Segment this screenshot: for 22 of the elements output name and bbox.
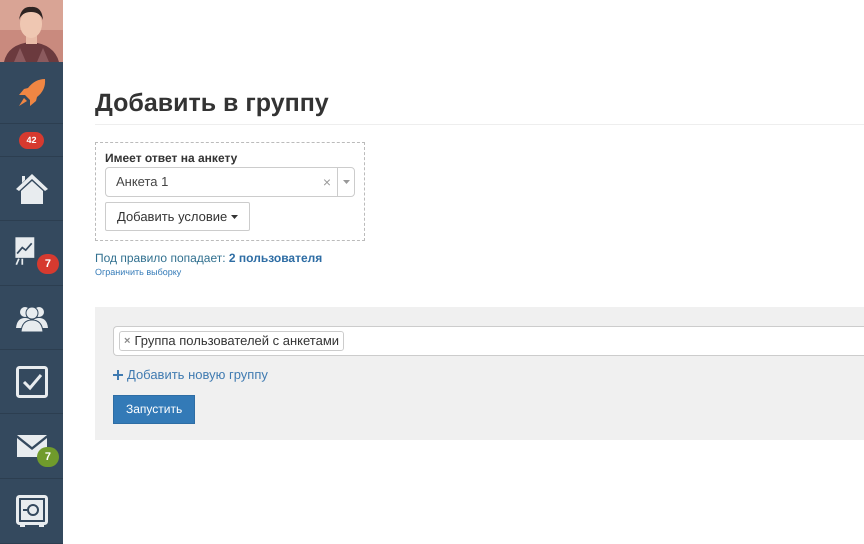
caret-icon[interactable] (342, 180, 350, 184)
count-badge: 7 (36, 254, 59, 274)
home-icon[interactable] (14, 172, 48, 204)
match-summary: Под правило попадает: 2 пользователя (95, 251, 324, 266)
safe-icon[interactable] (16, 495, 48, 527)
run-button[interactable]: Запустить (113, 394, 196, 424)
checkbox-icon[interactable] (16, 366, 48, 398)
limit-link[interactable]: Ограничить выборку (95, 266, 182, 278)
select-value: Анкета 1 (115, 173, 170, 192)
condition-label: Имеет ответ на анкету (105, 151, 238, 166)
add-group-link[interactable]: Добавить новую группу (113, 365, 268, 384)
plus-icon (113, 370, 123, 380)
clear-button[interactable]: × (322, 172, 337, 192)
caret-icon (231, 214, 238, 218)
page-title: Добавить в группу (95, 88, 864, 125)
tag-label: Группа пользователей с анкетами (134, 332, 340, 350)
select-field[interactable]: Анкета 1 × (105, 167, 355, 197)
remove-tag-button[interactable]: × (124, 332, 130, 350)
add-condition-button[interactable]: Добавить условие (105, 202, 250, 231)
count-badge: 7 (36, 447, 59, 467)
group-tags-field[interactable]: × Группа пользователей с анкетами (113, 326, 864, 356)
count-badge: 42 (19, 132, 44, 148)
